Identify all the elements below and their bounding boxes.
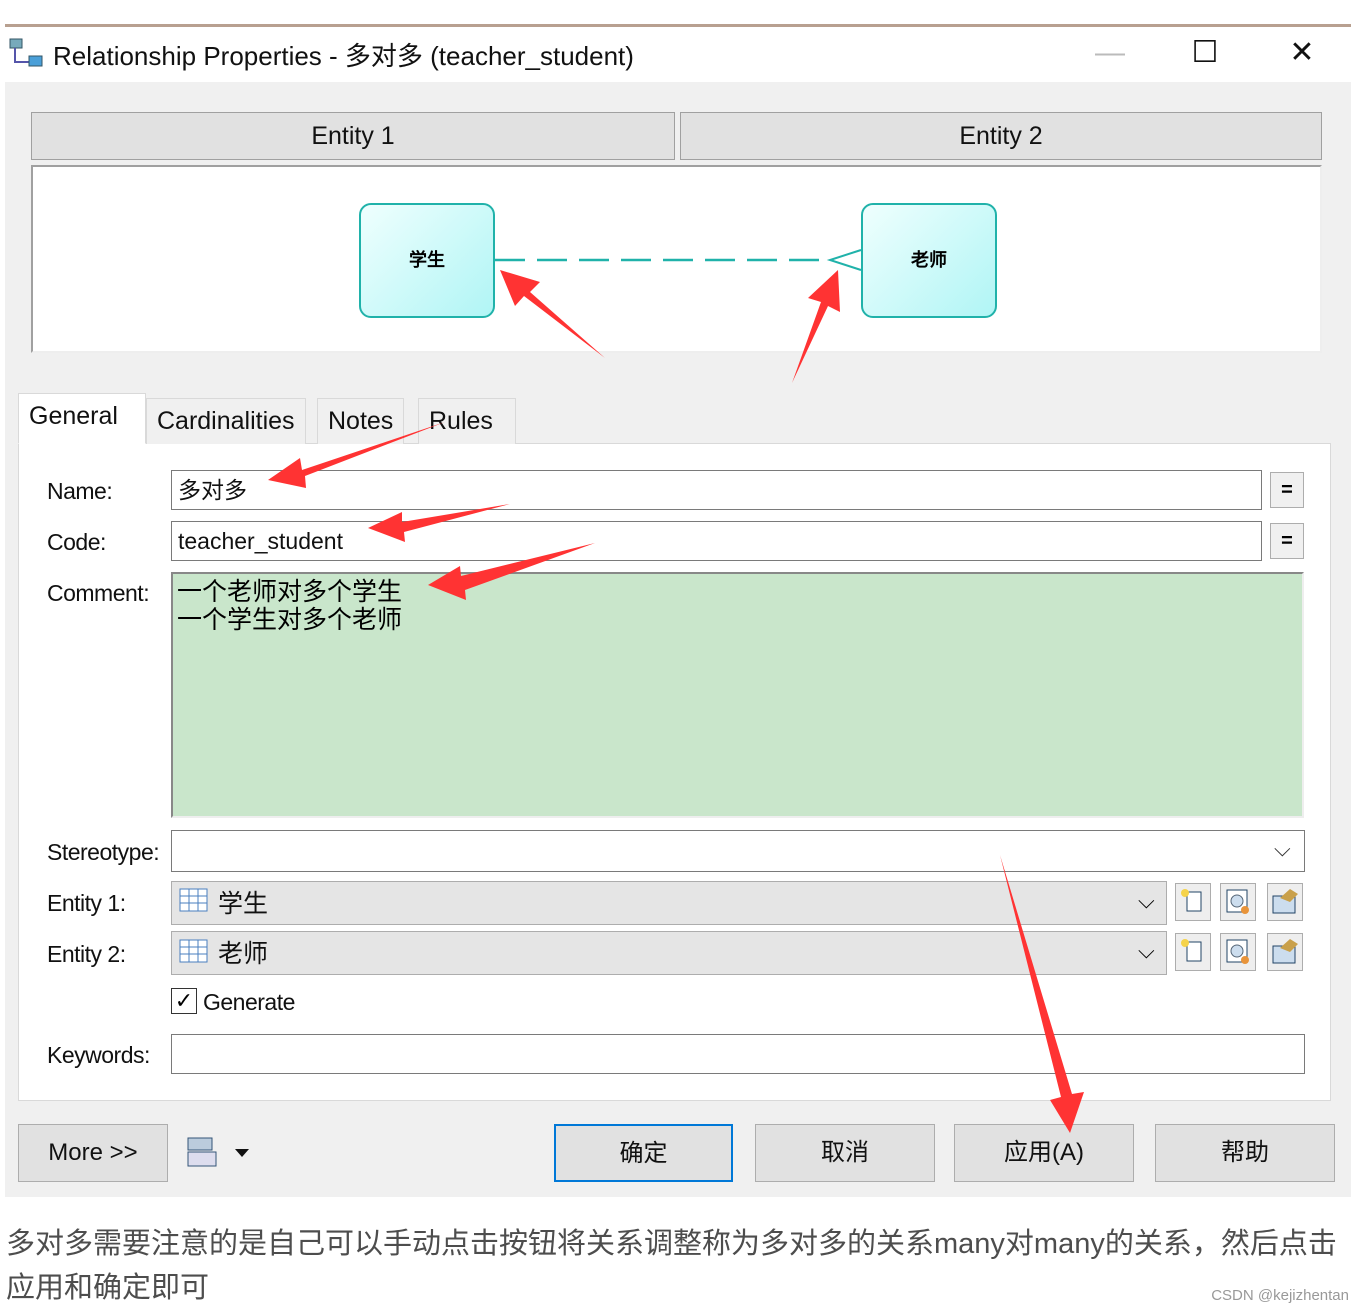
properties-entity2-button[interactable] xyxy=(1267,933,1303,971)
comment-line: 一个老师对多个学生 xyxy=(177,578,403,606)
properties-icon xyxy=(1272,939,1298,964)
maximize-button[interactable]: ☐ xyxy=(1180,30,1230,76)
tab-rules[interactable]: Rules xyxy=(418,398,516,444)
entity2-header[interactable]: Entity 2 xyxy=(680,112,1322,160)
tab-general[interactable]: General xyxy=(18,393,146,444)
minimize-button[interactable]: — xyxy=(1085,30,1135,76)
entity1-combo[interactable]: 学生 xyxy=(171,881,1167,925)
entity1-label: Entity 1: xyxy=(47,890,126,916)
ok-button[interactable]: 确定 xyxy=(554,1124,733,1182)
new-icon xyxy=(1181,889,1202,912)
new-entity1-button[interactable] xyxy=(1175,883,1211,921)
entity-box-student[interactable]: 学生 xyxy=(359,203,495,318)
help-button[interactable]: 帮助 xyxy=(1155,1124,1335,1182)
chevron-down-icon[interactable]: ⌵ xyxy=(1274,836,1291,862)
close-button[interactable]: ✕ xyxy=(1277,30,1327,76)
new-icon xyxy=(1181,939,1202,962)
find-icon xyxy=(1226,939,1249,964)
comment-textarea[interactable]: 一个老师对多个学生 一个学生对多个老师 xyxy=(171,572,1304,818)
caption-text: 多对多需要注意的是自己可以手动点击按钮将关系调整称为多对多的关系many对man… xyxy=(6,1228,1337,1304)
window-title: Relationship Properties - 多对多 (teacher_s… xyxy=(53,41,634,71)
relationship-icon xyxy=(9,38,43,67)
properties-icon xyxy=(1272,889,1298,914)
code-eq-button[interactable]: = xyxy=(1270,523,1304,559)
properties-entity1-button[interactable] xyxy=(1267,883,1303,921)
code-input[interactable]: teacher_student xyxy=(171,521,1262,561)
find-icon xyxy=(1226,889,1249,914)
entity-box-teacher[interactable]: 老师 xyxy=(861,203,997,318)
generate-label[interactable]: Generate xyxy=(203,989,295,1016)
find-entity2-button[interactable] xyxy=(1220,933,1256,971)
name-eq-button[interactable]: = xyxy=(1270,472,1304,508)
comment-label: Comment: xyxy=(47,580,150,606)
name-input[interactable]: 多对多 xyxy=(171,470,1262,510)
tab-cardinalities[interactable]: Cardinalities xyxy=(146,398,306,444)
stereotype-combo[interactable] xyxy=(171,830,1305,872)
name-label: Name: xyxy=(47,478,113,504)
print-menu-icon[interactable] xyxy=(185,1134,260,1172)
new-entity2-button[interactable] xyxy=(1175,933,1211,971)
tab-notes[interactable]: Notes xyxy=(317,398,405,444)
keywords-label: Keywords: xyxy=(47,1042,150,1068)
cancel-button[interactable]: 取消 xyxy=(755,1124,935,1182)
keywords-input[interactable] xyxy=(171,1034,1305,1074)
find-entity1-button[interactable] xyxy=(1220,883,1256,921)
stereotype-label: Stereotype: xyxy=(47,839,160,865)
generate-checkbox[interactable]: ✓ xyxy=(171,988,197,1014)
chevron-down-icon[interactable]: ⌵ xyxy=(1138,938,1155,964)
entity2-label: Entity 2: xyxy=(47,941,126,967)
chevron-down-icon[interactable]: ⌵ xyxy=(1138,888,1155,914)
table-icon xyxy=(179,939,208,963)
more-button[interactable]: More >> xyxy=(18,1124,168,1182)
watermark: CSDN @kejizhentan xyxy=(1211,1287,1349,1304)
table-icon xyxy=(179,888,208,912)
entity1-header[interactable]: Entity 1 xyxy=(31,112,675,160)
apply-button[interactable]: 应用(A) xyxy=(954,1124,1134,1182)
relationship-diagram xyxy=(31,165,1322,353)
comment-line: 一个学生对多个老师 xyxy=(177,606,403,634)
entity2-combo[interactable]: 老师 xyxy=(171,931,1167,975)
code-label: Code: xyxy=(47,529,106,555)
